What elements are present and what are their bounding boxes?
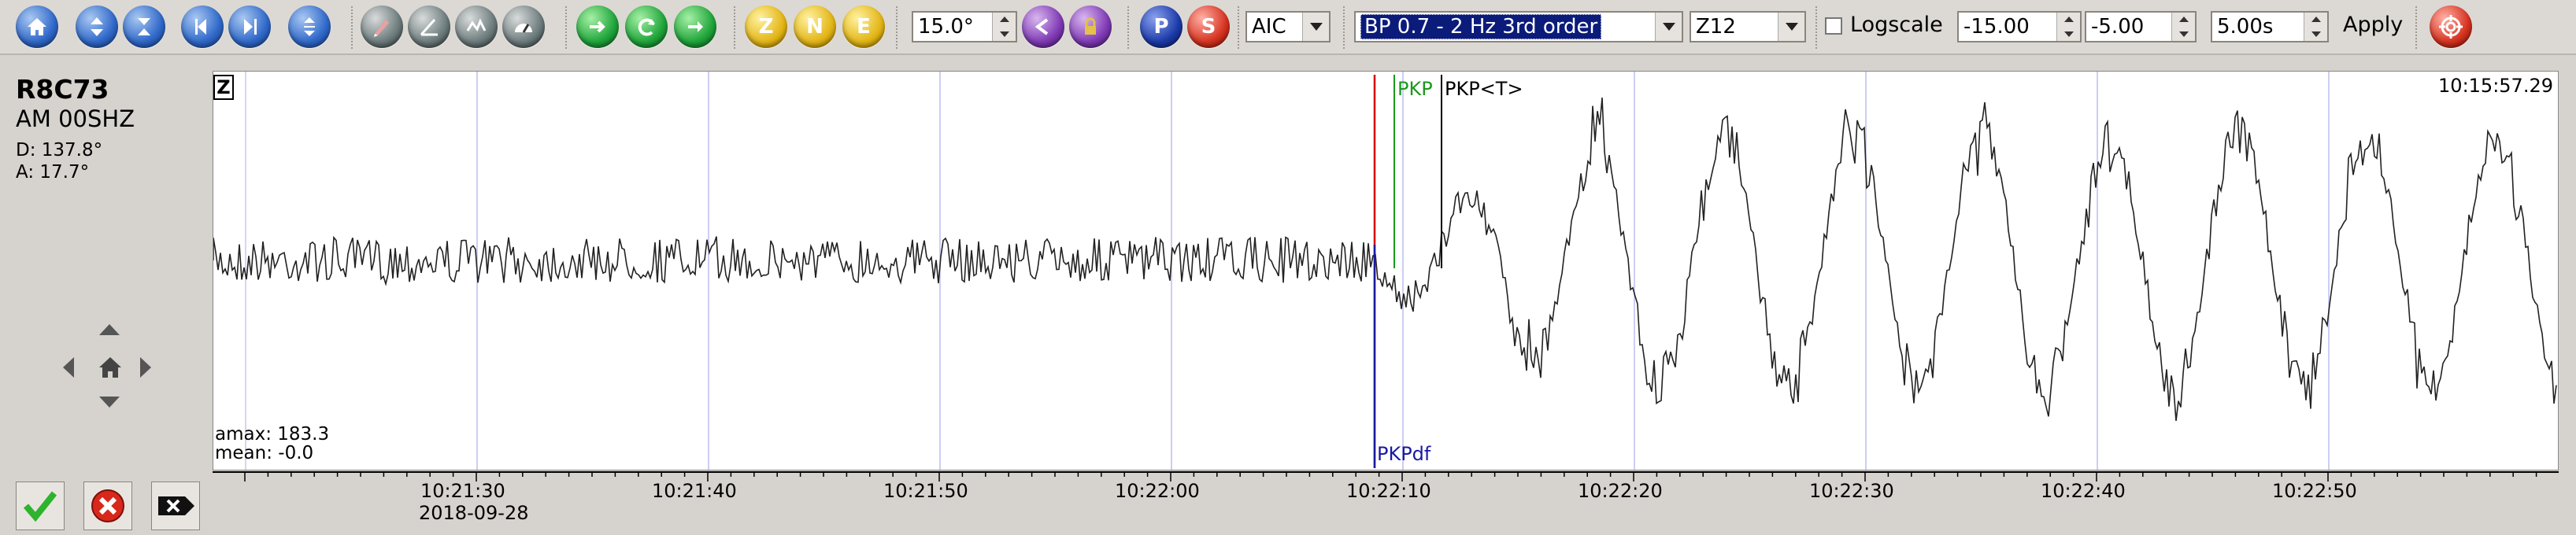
apply-button[interactable]: Apply bbox=[2343, 13, 2403, 37]
filter-select[interactable]: BP 0.7 - 2 Hz 3rd order bbox=[1354, 11, 1683, 42]
phase-p-button[interactable]: P bbox=[1140, 6, 1183, 48]
toolbar: Z N E 15.0° P S AIC BP 0.7 - 2 Hz 3rd or… bbox=[0, 0, 2576, 55]
spin-arrows-icon[interactable] bbox=[2304, 13, 2327, 41]
station-code: R8C73 bbox=[16, 74, 109, 105]
time-axis: 10:21:30 10:21:40 10:21:50 10:22:00 10:2… bbox=[213, 470, 2559, 533]
station-channel: AM 00SHZ bbox=[16, 105, 135, 132]
skip-forward-icon[interactable] bbox=[228, 6, 271, 48]
swap-icon[interactable] bbox=[625, 6, 668, 48]
axis-date-label: 2018-09-28 bbox=[419, 502, 529, 524]
phase-s-button[interactable]: S bbox=[1187, 6, 1230, 48]
waveform-plot[interactable] bbox=[213, 72, 2558, 470]
nav-left-icon[interactable] bbox=[63, 357, 74, 378]
align-icon[interactable] bbox=[576, 6, 619, 48]
measure-angle-icon[interactable] bbox=[408, 6, 450, 48]
refresh-icon[interactable] bbox=[674, 6, 716, 48]
gauge-icon[interactable] bbox=[502, 6, 545, 48]
pick-tool-icon[interactable] bbox=[361, 6, 403, 48]
rotation-angle-spinbox[interactable]: 15.0° bbox=[912, 11, 1017, 42]
station-azimuth: A: 17.7° bbox=[16, 162, 90, 183]
component-tag: Z bbox=[213, 75, 234, 100]
chevron-down-icon[interactable] bbox=[1778, 13, 1804, 41]
spin-arrows-icon[interactable] bbox=[2171, 13, 2195, 41]
picker-method-select[interactable]: AIC bbox=[1245, 11, 1331, 42]
pick-label-pkp-t: PKP<T> bbox=[1445, 78, 1523, 100]
home-icon[interactable] bbox=[16, 6, 58, 48]
spin-arrows-icon[interactable] bbox=[992, 13, 1016, 41]
target-icon[interactable] bbox=[2430, 6, 2472, 48]
lock-icon[interactable] bbox=[1069, 6, 1112, 48]
min-value-spinbox[interactable]: -15.00 bbox=[1957, 11, 2082, 42]
axis-tick-label-8: 10:22:50 bbox=[2272, 480, 2357, 502]
max-value-spinbox[interactable]: -5.00 bbox=[2085, 11, 2197, 42]
nav-down-icon[interactable] bbox=[99, 397, 120, 408]
zoom-out-vertical-icon[interactable] bbox=[123, 6, 165, 48]
component-z-button[interactable]: Z bbox=[745, 6, 787, 48]
pick-label-pkp: PKP bbox=[1397, 78, 1433, 100]
mean-readout: mean: -0.0 bbox=[215, 443, 314, 463]
chevron-down-icon[interactable] bbox=[1655, 13, 1682, 41]
component-n-button[interactable]: N bbox=[794, 6, 836, 48]
axis-tick-label-2: 10:21:50 bbox=[883, 480, 968, 502]
component-e-button[interactable]: E bbox=[842, 6, 885, 48]
reject-button[interactable] bbox=[83, 482, 132, 530]
spin-arrows-icon[interactable] bbox=[2056, 13, 2080, 41]
axis-tick-label-0: 10:21:30 bbox=[420, 480, 505, 502]
station-panel: R8C73 AM 00SHZ D: 137.8° A: 17.7° bbox=[0, 65, 211, 535]
station-distance: D: 137.8° bbox=[16, 140, 103, 160]
nav-home-icon[interactable] bbox=[98, 356, 123, 382]
nav-right-icon[interactable] bbox=[140, 357, 151, 378]
pick-label-pkpdf: PKPdf bbox=[1377, 443, 1431, 465]
axis-tick-label-3: 10:22:00 bbox=[1115, 480, 1200, 502]
axis-tick-label-4: 10:22:10 bbox=[1346, 480, 1431, 502]
amax-readout: amax: 183.3 bbox=[215, 424, 330, 445]
chevron-down-icon[interactable] bbox=[1302, 13, 1329, 41]
rotate-back-icon[interactable] bbox=[1022, 6, 1064, 48]
accept-button[interactable] bbox=[16, 482, 65, 530]
step-back-icon[interactable] bbox=[181, 6, 224, 48]
axis-tick-label-1: 10:21:40 bbox=[652, 480, 737, 502]
axis-tick-label-5: 10:22:20 bbox=[1578, 480, 1663, 502]
expand-vertical-icon[interactable] bbox=[288, 6, 331, 48]
axis-tick-label-7: 10:22:40 bbox=[2041, 480, 2126, 502]
waveform-line bbox=[213, 98, 2557, 421]
channel-select[interactable]: Z12 bbox=[1690, 11, 1806, 42]
clock-readout: 10:15:57.29 bbox=[2438, 75, 2553, 97]
seismogram-trace-area[interactable]: Z 10:15:57.29 PKP PKP<T> PKPdf amax: 183… bbox=[213, 71, 2559, 470]
logscale-label: Logscale bbox=[1850, 13, 1943, 37]
zoom-in-vertical-icon[interactable] bbox=[76, 6, 118, 48]
clear-pick-button[interactable] bbox=[151, 482, 200, 530]
axis-tick-label-6: 10:22:30 bbox=[1809, 480, 1894, 502]
nav-up-icon[interactable] bbox=[99, 324, 120, 335]
spectrogram-icon[interactable] bbox=[455, 6, 498, 48]
grid-lines bbox=[245, 72, 2330, 470]
logscale-checkbox[interactable] bbox=[1825, 17, 1842, 35]
duration-spinbox[interactable]: 5.00s bbox=[2211, 11, 2329, 42]
